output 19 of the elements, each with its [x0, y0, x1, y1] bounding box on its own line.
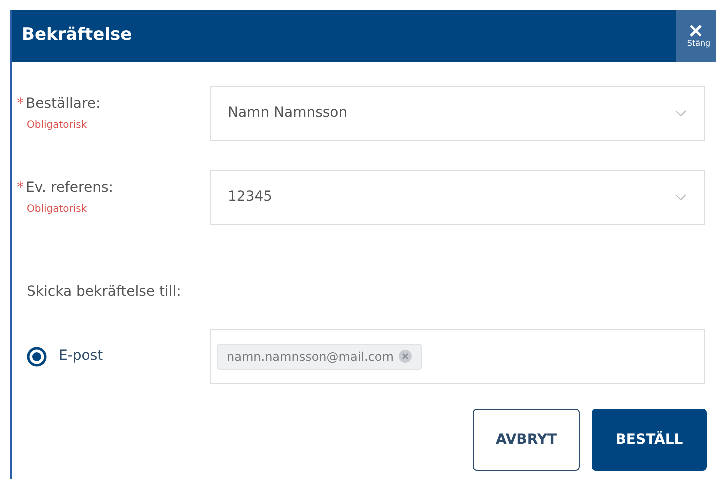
chevron-down-icon — [675, 110, 687, 117]
dialog-title: Bekräftelse — [22, 24, 132, 48]
close-button[interactable]: Stäng — [676, 10, 716, 62]
required-mark: * — [17, 95, 24, 114]
field-hint: Obligatorisk — [27, 119, 88, 133]
email-field[interactable]: namn.namnsson@mail.com — [210, 329, 705, 384]
order-button[interactable]: BESTÄLL — [592, 409, 707, 471]
remove-tag-icon[interactable] — [398, 350, 412, 363]
select-field[interactable]: 12345 — [210, 170, 705, 225]
section-heading: Skicka bekräftelse till: — [27, 283, 182, 302]
close-icon — [689, 24, 703, 38]
field-label: Beställare: — [26, 95, 101, 114]
select-field[interactable]: Namn Namnsson — [210, 86, 705, 141]
field-label: Ev. referens: — [26, 179, 114, 198]
email-radio[interactable]: E-post — [27, 346, 210, 367]
chevron-down-icon — [675, 194, 687, 201]
required-mark: * — [17, 179, 24, 198]
cancel-button[interactable]: AVBRYT — [473, 409, 580, 471]
field-hint: Obligatorisk — [27, 203, 88, 217]
